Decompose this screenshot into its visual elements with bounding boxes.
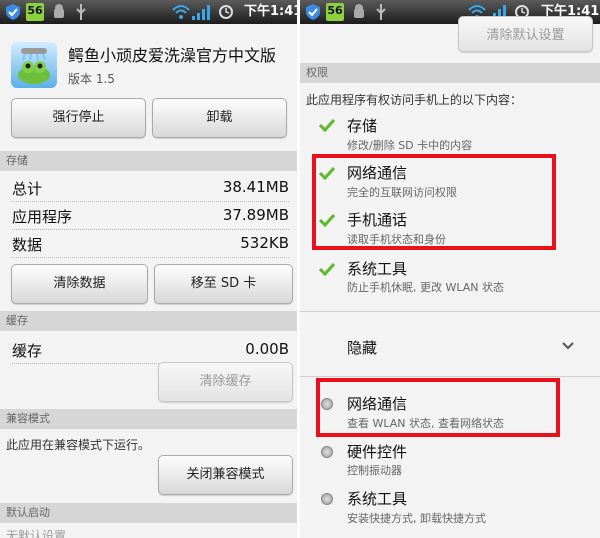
app-header: 鳄鱼小顽皮爱洗澡官方中文版 版本 1.5 [0,24,297,94]
highlight-box [312,154,556,250]
clock-time: 下午1:41 [244,4,297,19]
wifi-icon [172,5,190,19]
check-icon [319,262,335,276]
usb-icon [76,4,86,20]
android-icon [54,4,64,18]
permission-title: 存储 [347,117,378,135]
permission-desc: 安装快捷方式, 卸载快捷方式 [347,512,486,525]
shield-icon [6,4,20,20]
highlight-box [316,378,560,437]
status-bar: 56 下午1:41 [0,0,297,24]
defaults-description: 无默认设置 [6,529,67,538]
close-compat-mode-button[interactable]: 关闭兼容模式 [158,455,293,495]
storage-value: 38.41MB [222,178,289,196]
storage-row-data: 数据 532KB [12,233,289,258]
permission-title: 系统工具 [347,490,408,508]
storage-value: 532KB [240,234,289,252]
uninstall-button[interactable]: 卸载 [152,98,287,138]
storage-row-app: 应用程序 37.89MB [12,205,289,230]
shield-icon [306,4,320,20]
permission-desc: 控制振动器 [347,464,402,477]
storage-value: 37.89MB [222,206,289,224]
permissions-intro: 此应用程序有权访问手机上的以下内容： [306,93,523,107]
cache-value: 0.00B [245,340,289,358]
force-stop-button[interactable]: 强行停止 [11,98,146,138]
storage-label: 数据 [12,236,43,254]
android-icon [354,4,364,18]
crocodile-icon [18,48,50,84]
storage-label: 总计 [12,180,43,198]
bullet-icon [321,493,333,505]
app-version: 版本 1.5 [68,72,115,86]
permission-desc: 修改/删除 SD 卡中的内容 [347,139,473,152]
compat-section-header: 兼容模式 [0,409,297,429]
separator [300,376,600,377]
permission-title: 硬件控件 [347,443,408,461]
app-name: 鳄鱼小顽皮爱洗澡官方中文版 [68,46,277,65]
storage-label: 应用程序 [12,208,73,226]
cache-row: 缓存 0.00B [12,339,289,364]
permissions-panel: 56 下午1:41 清除默认设置 权限 此应用程序有权访问手机上的以下内容： 存… [300,0,600,538]
clear-defaults-button[interactable]: 清除默认设置 [458,16,593,52]
permission-title: 系统工具 [347,260,408,278]
storage-section-header: 存储 [0,151,297,171]
separator [300,311,600,312]
chevron-down-icon[interactable] [562,342,574,350]
hidden-toggle-label[interactable]: 隐藏 [347,337,377,358]
permission-desc: 防止手机休眠, 更改 WLAN 状态 [347,281,504,294]
compat-description: 此应用在兼容模式下运行。 [6,438,151,452]
notification-badge: 56 [326,3,344,21]
signal-icon [192,5,210,20]
notification-badge: 56 [26,3,44,21]
app-info-panel: 56 下午1:41 鳄鱼小顽皮爱洗澡官方中文版 版本 1.5 强行停止 卸载 存… [0,0,297,538]
alarm-clock-icon [219,5,233,19]
clear-cache-button[interactable]: 清除缓存 [158,362,293,402]
clear-data-button[interactable]: 清除数据 [11,264,148,304]
usb-icon [376,4,386,20]
app-icon [11,42,57,88]
check-icon [319,118,335,132]
bullet-icon [321,446,333,458]
move-to-sd-button[interactable]: 移至 SD 卡 [154,264,293,304]
cache-label: 缓存 [12,342,43,360]
storage-row-total: 总计 38.41MB [12,177,289,202]
defaults-section-header: 默认启动 [0,503,297,523]
permissions-section-header: 权限 [300,63,600,83]
cache-section-header: 缓存 [0,311,297,331]
